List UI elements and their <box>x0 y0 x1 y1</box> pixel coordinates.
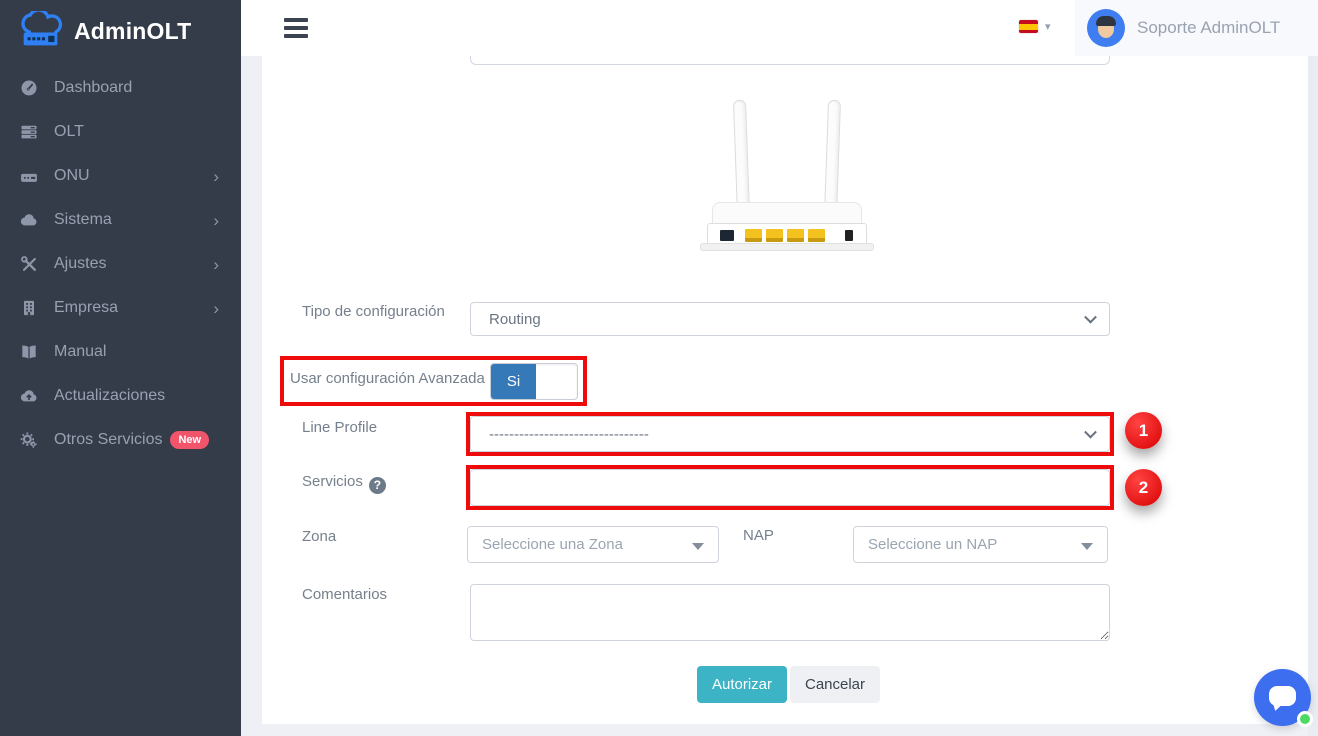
servicios-input[interactable] <box>470 469 1110 506</box>
zona-select[interactable]: Seleccione una Zona <box>467 526 719 563</box>
user-name: Soporte AdminOLT <box>1137 18 1280 38</box>
otros-servicios-icon <box>18 429 40 451</box>
sidebar-item-actualizaciones[interactable]: Actualizaciones <box>0 374 241 418</box>
sidebar-item-label: Actualizaciones <box>54 387 165 405</box>
sidebar-item-otros-servicios[interactable]: Otros Servicios New <box>0 418 241 462</box>
chevron-down-icon <box>1084 311 1097 324</box>
sidebar-item-label: Ajustes <box>54 255 106 273</box>
router-antenna <box>733 100 750 216</box>
tipo-configuracion-value: Routing <box>489 311 541 328</box>
router-port <box>745 229 762 242</box>
ajustes-icon <box>18 253 40 275</box>
chevron-right-icon: › <box>213 300 219 317</box>
router-base <box>700 243 874 251</box>
sidebar-item-label: Manual <box>54 343 106 361</box>
tipo-configuracion-label: Tipo de configuración <box>302 303 445 320</box>
user-menu[interactable]: Soporte AdminOLT <box>1075 0 1318 56</box>
dropdown-arrow-icon <box>1081 543 1093 550</box>
new-badge: New <box>170 431 209 449</box>
sidebar-item-label: Sistema <box>54 211 112 229</box>
chat-widget-button[interactable] <box>1254 669 1311 726</box>
nap-placeholder: Seleccione un NAP <box>868 536 997 553</box>
help-icon[interactable]: ? <box>369 477 386 494</box>
chevron-right-icon: › <box>213 168 219 185</box>
sidebar-item-label: Otros Servicios <box>54 431 162 449</box>
dashboard-icon <box>18 77 40 99</box>
annotation-step-2: 2 <box>1125 469 1162 506</box>
router-port <box>766 229 783 242</box>
line-profile-value: -------------------------------- <box>489 426 649 443</box>
router-port <box>808 229 825 242</box>
chevron-right-icon: › <box>213 212 219 229</box>
chevron-down-icon <box>1084 426 1097 439</box>
cloud-router-logo-icon <box>16 11 66 51</box>
onu-icon <box>18 165 40 187</box>
sidebar-item-label: OLT <box>54 123 84 141</box>
sidebar-item-label: Dashboard <box>54 79 132 97</box>
annotation-step-1: 1 <box>1125 412 1162 449</box>
online-status-dot <box>1297 711 1313 727</box>
onu-authorize-form-card: Tipo de configuración Routing Usar confi… <box>262 56 1308 724</box>
sistema-icon <box>18 209 40 231</box>
vertical-scrollbar[interactable] <box>1308 56 1318 736</box>
sidebar-item-empresa[interactable]: Empresa › <box>0 286 241 330</box>
sidebar-item-ajustes[interactable]: Ajustes › <box>0 242 241 286</box>
actualizaciones-icon <box>18 385 40 407</box>
clipped-field-top <box>470 55 1110 65</box>
manual-icon <box>18 341 40 363</box>
router-port <box>787 229 804 242</box>
tipo-configuracion-select[interactable]: Routing <box>470 302 1110 336</box>
spain-flag-icon <box>1019 20 1038 33</box>
chat-bubble-icon <box>1269 686 1296 706</box>
sidebar-item-label: Empresa <box>54 299 118 317</box>
line-profile-select[interactable]: -------------------------------- <box>470 416 1110 452</box>
sidebar-item-onu[interactable]: ONU › <box>0 154 241 198</box>
servicios-label: Servicios? <box>302 473 386 494</box>
router-antenna <box>824 100 841 216</box>
avanzada-toggle[interactable]: Si <box>490 363 578 400</box>
onu-router-image <box>687 96 887 254</box>
nap-label: NAP <box>743 527 774 544</box>
toggle-on-label: Si <box>491 364 536 399</box>
sidebar-item-olt[interactable]: OLT <box>0 110 241 154</box>
sidebar-item-sistema[interactable]: Sistema › <box>0 198 241 242</box>
router-port <box>720 230 734 241</box>
comentarios-label: Comentarios <box>302 586 387 603</box>
sidebar-item-dashboard[interactable]: Dashboard <box>0 66 241 110</box>
app-title: AdminOLT <box>74 18 191 45</box>
empresa-icon <box>18 297 40 319</box>
autorizar-button[interactable]: Autorizar <box>697 666 787 703</box>
line-profile-label: Line Profile <box>302 419 377 436</box>
comentarios-textarea[interactable] <box>470 584 1110 641</box>
sidebar-menu: Dashboard OLT ONU › Sistema › <box>0 66 241 462</box>
avanzada-label: Usar configuración Avanzada <box>290 370 485 387</box>
sidebar: AdminOLT Dashboard OLT ONU › Sist <box>0 0 241 736</box>
dropdown-arrow-icon <box>692 543 704 550</box>
language-selector[interactable]: ▾ <box>1019 20 1051 33</box>
nap-select[interactable]: Seleccione un NAP <box>853 526 1108 563</box>
zona-label: Zona <box>302 528 336 545</box>
router-port <box>845 230 853 241</box>
chevron-right-icon: › <box>213 256 219 273</box>
sidebar-item-manual[interactable]: Manual <box>0 330 241 374</box>
avatar <box>1087 9 1125 47</box>
hamburger-menu-icon[interactable] <box>284 18 308 38</box>
zona-placeholder: Seleccione una Zona <box>482 536 623 553</box>
topbar: ▾ Soporte AdminOLT <box>241 0 1318 56</box>
sidebar-item-label: ONU <box>54 167 90 185</box>
olt-icon <box>18 121 40 143</box>
app-logo[interactable]: AdminOLT <box>0 0 241 62</box>
caret-down-icon: ▾ <box>1045 20 1051 33</box>
cancelar-button[interactable]: Cancelar <box>790 666 880 703</box>
